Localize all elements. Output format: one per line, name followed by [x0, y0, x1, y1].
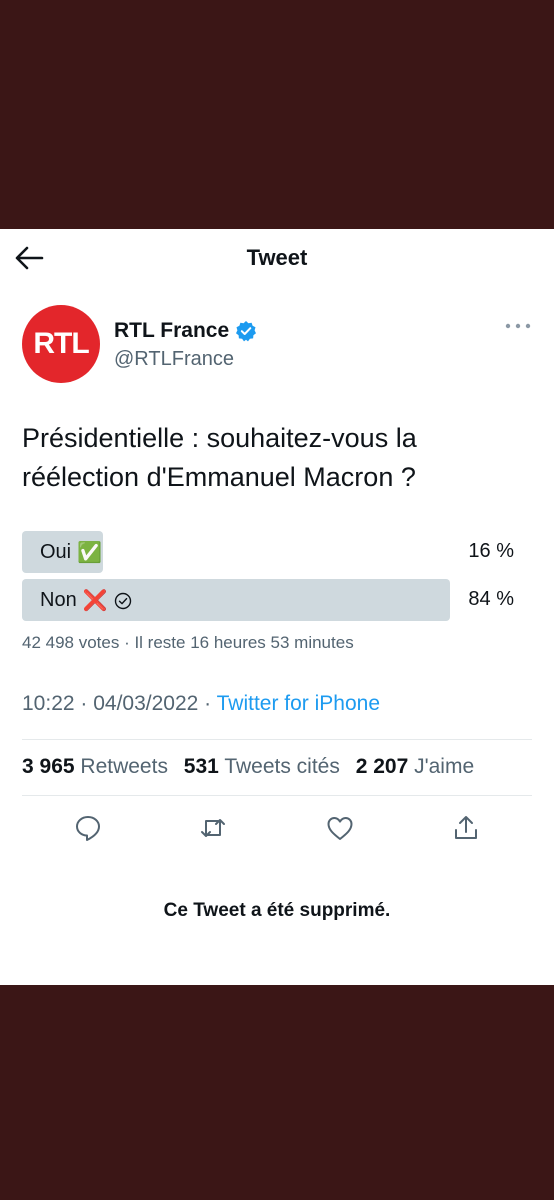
top-bar: Tweet — [0, 229, 554, 287]
retweets-stat[interactable]: 3 965 Retweets — [22, 755, 168, 778]
verified-badge-icon — [236, 321, 257, 342]
tweet-timestamp[interactable]: 10:22 · 04/03/2022 · — [22, 692, 217, 715]
poll-option-label-row: Oui ✅ — [40, 540, 102, 565]
tweet-meta: 10:22 · 04/03/2022 · Twitter for iPhone — [22, 692, 380, 716]
more-options-button[interactable] — [504, 321, 532, 331]
share-button[interactable] — [451, 813, 481, 843]
like-icon — [327, 817, 353, 840]
quotes-label: Tweets cités — [224, 755, 340, 778]
avatar[interactable]: RTL — [22, 305, 100, 383]
deleted-notice: Ce Tweet a été supprimé. — [163, 900, 391, 921]
author-name-row[interactable]: RTL France — [114, 319, 257, 343]
like-button[interactable] — [325, 813, 355, 843]
tweet-text: Présidentielle : souhaitez-vous la rééle… — [22, 423, 417, 492]
cross-mark-emoji-icon: ❌ — [82, 590, 108, 612]
more-dots-icon — [505, 323, 531, 329]
likes-label: J'aime — [414, 755, 475, 778]
likes-count: 2 207 — [355, 755, 409, 778]
page-title: Tweet — [246, 245, 308, 270]
poll-option-non: Non ❌ 84 % — [22, 579, 532, 621]
poll-option-label: Oui — [40, 541, 72, 563]
poll-option-oui: Oui ✅ 16 % — [22, 531, 532, 573]
tweet-stats: 3 965 Retweets 531 Tweets cités 2 207 J'… — [22, 755, 484, 779]
selected-check-circle-icon — [114, 592, 131, 609]
likes-stat[interactable]: 2 207 J'aime — [356, 755, 474, 778]
divider — [22, 795, 532, 796]
tweet-card: Tweet RTL RTL France @RTLFrance Présiden… — [0, 229, 554, 985]
poll-option-label-row: Non ❌ — [40, 588, 132, 613]
reply-button[interactable] — [73, 813, 103, 843]
poll-option-label: Non — [40, 589, 77, 611]
poll-option-percent: 84 % — [468, 588, 514, 610]
poll-option-percent: 16 % — [468, 540, 514, 562]
avatar-logo-text: RTL — [33, 327, 89, 360]
reply-icon — [76, 816, 100, 841]
author-handle[interactable]: @RTLFrance — [114, 348, 234, 371]
retweets-count: 3 965 — [22, 755, 75, 778]
quotes-stat[interactable]: 531 Tweets cités — [184, 755, 340, 778]
divider — [22, 739, 532, 740]
retweets-label: Retweets — [80, 755, 168, 778]
check-mark-emoji-icon: ✅ — [77, 542, 103, 564]
retweet-icon — [201, 819, 225, 837]
author-name: RTL France — [114, 319, 230, 342]
quotes-count: 531 — [183, 755, 219, 778]
retweet-button[interactable] — [198, 813, 228, 843]
tweet-source-link[interactable]: Twitter for iPhone — [217, 692, 380, 715]
poll-summary: 42 498 votes · Il reste 16 heures 53 min… — [22, 633, 354, 652]
share-icon — [455, 816, 477, 839]
